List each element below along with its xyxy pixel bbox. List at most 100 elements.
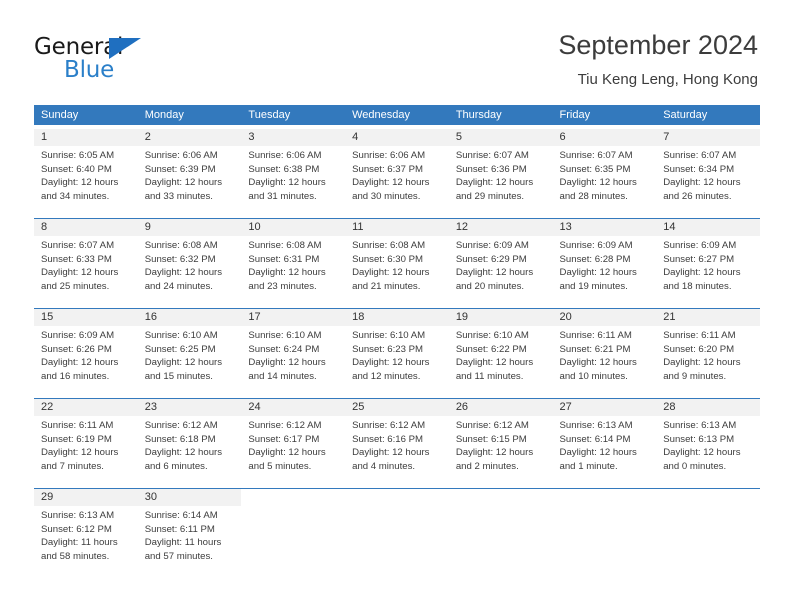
day-cell[interactable]: 6 Sunrise: 6:07 AM Sunset: 6:35 PM Daylight… [552, 129, 657, 218]
sunrise-text: Sunrise: 6:13 AM [663, 420, 737, 431]
day-details: Sunrise: 6:06 AM Sunset: 6:37 PM Daylight:… [345, 146, 449, 203]
generalblue-logo[interactable]: General Blue [34, 34, 234, 84]
day-cell[interactable]: 23 Sunrise: 6:12 AM Sunset: 6:18 PM Dayligh… [137, 399, 242, 488]
daylight-text-line1: Daylight: 12 hours [248, 447, 326, 459]
day-cell-empty [241, 489, 345, 578]
week-row: 29 Sunrise: 6:13 AM Sunset: 6:12 PM Dayligh… [34, 488, 760, 578]
day-cell[interactable]: 7 Sunrise: 6:07 AM Sunset: 6:34 PM Daylight… [656, 129, 760, 218]
day-cell[interactable]: 21 Sunrise: 6:11 AM Sunset: 6:20 PM Dayligh… [656, 309, 760, 398]
daylight-text-line2: and 33 minutes. [144, 190, 213, 202]
day-number: 14 [663, 221, 676, 233]
day-number: 28 [663, 401, 676, 413]
day-cell[interactable]: 18 Sunrise: 6:10 AM Sunset: 6:23 PM Dayligh… [345, 309, 449, 398]
day-cell[interactable]: 22 Sunrise: 6:11 AM Sunset: 6:19 PM Dayligh… [34, 399, 138, 488]
day-details: Sunrise: 6:13 AM Sunset: 6:14 PM Daylight:… [553, 416, 657, 473]
weekday-header-thursday: Thursday [455, 109, 502, 121]
sunset-text: Sunset: 6:26 PM [41, 343, 112, 355]
daylight-text-line1: Daylight: 12 hours [144, 177, 223, 189]
sunset-text: Sunset: 6:11 PM [144, 523, 215, 535]
daylight-text-line1: Daylight: 12 hours [663, 267, 741, 279]
day-cell[interactable]: 5 Sunrise: 6:07 AM Sunset: 6:36 PM Daylight… [448, 129, 553, 218]
day-number-band: 28 [656, 399, 760, 416]
day-cell[interactable]: 15 Sunrise: 6:09 AM Sunset: 6:26 PM Dayligh… [34, 309, 138, 398]
day-details: Sunrise: 6:09 AM Sunset: 6:27 PM Daylight:… [656, 236, 760, 293]
daylight-text-line1: Daylight: 12 hours [352, 177, 430, 189]
day-number: 8 [41, 221, 48, 233]
sunrise-text: Sunrise: 6:10 AM [248, 330, 322, 341]
sunrise-text: Sunrise: 6:12 AM [352, 420, 426, 431]
day-number-band: 20 [552, 309, 657, 326]
day-number-band: 30 [137, 489, 242, 506]
day-number: 22 [41, 401, 54, 413]
daylight-text-line1: Daylight: 12 hours [144, 267, 223, 279]
sunrise-text: Sunrise: 6:10 AM [144, 330, 218, 341]
sunrise-text: Sunrise: 6:14 AM [144, 510, 218, 521]
day-cell[interactable]: 29 Sunrise: 6:13 AM Sunset: 6:12 PM Dayligh… [34, 489, 138, 578]
daylight-text-line2: and 28 minutes. [559, 190, 628, 202]
sunrise-text: Sunrise: 6:10 AM [455, 330, 529, 341]
sunrise-text: Sunrise: 6:11 AM [559, 330, 632, 341]
day-cell[interactable]: 26 Sunrise: 6:12 AM Sunset: 6:15 PM Dayligh… [448, 399, 553, 488]
day-details: Sunrise: 6:12 AM Sunset: 6:17 PM Daylight:… [241, 416, 345, 473]
day-cell[interactable]: 13 Sunrise: 6:09 AM Sunset: 6:28 PM Dayligh… [552, 219, 657, 308]
sunset-text: Sunset: 6:38 PM [248, 163, 320, 175]
day-cell[interactable]: 8 Sunrise: 6:07 AM Sunset: 6:33 PM Daylight… [34, 219, 138, 308]
daylight-text-line2: and 57 minutes. [144, 550, 213, 562]
page-title: September 2024 [558, 30, 758, 60]
daylight-text-line2: and 4 minutes. [352, 460, 416, 472]
daylight-text-line1: Daylight: 12 hours [248, 267, 326, 279]
day-cell[interactable]: 16 Sunrise: 6:10 AM Sunset: 6:25 PM Dayligh… [137, 309, 242, 398]
day-details: Sunrise: 6:06 AM Sunset: 6:39 PM Daylight:… [138, 146, 242, 203]
week-row: 15 Sunrise: 6:09 AM Sunset: 6:26 PM Dayligh… [34, 308, 760, 398]
sunset-text: Sunset: 6:30 PM [352, 253, 424, 265]
daylight-text-line1: Daylight: 12 hours [559, 357, 637, 369]
day-cell[interactable]: 20 Sunrise: 6:11 AM Sunset: 6:21 PM Dayligh… [552, 309, 657, 398]
day-cell[interactable]: 10 Sunrise: 6:08 AM Sunset: 6:31 PM Dayligh… [241, 219, 346, 308]
sunrise-text: Sunrise: 6:09 AM [41, 330, 115, 341]
page-subtitle: Tiu Keng Leng, Hong Kong [577, 71, 758, 88]
day-cell[interactable]: 24 Sunrise: 6:12 AM Sunset: 6:17 PM Dayligh… [241, 399, 346, 488]
day-cell[interactable]: 28 Sunrise: 6:13 AM Sunset: 6:13 PM Dayligh… [656, 399, 760, 488]
daylight-text-line2: and 18 minutes. [663, 280, 732, 292]
day-number-band: 4 [345, 129, 449, 146]
daylight-text-line2: and 30 minutes. [352, 190, 421, 202]
sunrise-text: Sunrise: 6:13 AM [559, 420, 633, 431]
daylight-text-line1: Daylight: 12 hours [559, 177, 637, 189]
day-cell[interactable]: 12 Sunrise: 6:09 AM Sunset: 6:29 PM Dayligh… [448, 219, 553, 308]
day-number: 12 [455, 221, 469, 233]
day-cell[interactable]: 25 Sunrise: 6:12 AM Sunset: 6:16 PM Dayligh… [345, 399, 449, 488]
sunset-text: Sunset: 6:29 PM [455, 253, 527, 265]
day-number-band: 23 [137, 399, 242, 416]
daylight-text-line2: and 1 minute. [559, 460, 618, 472]
day-cell[interactable]: 14 Sunrise: 6:09 AM Sunset: 6:27 PM Dayligh… [656, 219, 760, 308]
daylight-text-line2: and 24 minutes. [144, 280, 213, 292]
day-cell[interactable]: 17 Sunrise: 6:10 AM Sunset: 6:24 PM Dayligh… [241, 309, 346, 398]
daylight-text-line2: and 12 minutes. [352, 370, 421, 382]
sunset-text: Sunset: 6:39 PM [144, 163, 216, 175]
day-cell-empty [449, 489, 553, 578]
day-number: 27 [559, 401, 572, 413]
day-number-band: 26 [448, 399, 553, 416]
day-cell[interactable]: 19 Sunrise: 6:10 AM Sunset: 6:22 PM Dayligh… [448, 309, 553, 398]
day-cell[interactable]: 3 Sunrise: 6:06 AM Sunset: 6:38 PM Daylight… [241, 129, 346, 218]
daylight-text-line2: and 6 minutes. [144, 460, 208, 472]
day-cell[interactable]: 30 Sunrise: 6:14 AM Sunset: 6:11 PM Dayligh… [137, 489, 242, 578]
daylight-text-line1: Daylight: 12 hours [248, 177, 326, 189]
day-cell[interactable]: 2 Sunrise: 6:06 AM Sunset: 6:39 PM Daylight… [137, 129, 242, 218]
daylight-text-line2: and 16 minutes. [41, 370, 110, 382]
sunrise-text: Sunrise: 6:08 AM [248, 240, 322, 251]
day-number: 15 [41, 311, 54, 323]
day-cell[interactable]: 9 Sunrise: 6:08 AM Sunset: 6:32 PM Daylight… [137, 219, 242, 308]
day-cell[interactable]: 4 Sunrise: 6:06 AM Sunset: 6:37 PM Daylight… [345, 129, 449, 218]
day-cell[interactable]: 27 Sunrise: 6:13 AM Sunset: 6:14 PM Dayligh… [552, 399, 657, 488]
day-number-band: 18 [345, 309, 449, 326]
day-cell[interactable]: 1 Sunrise: 6:05 AM Sunset: 6:40 PM Daylight… [34, 129, 138, 218]
daylight-text-line1: Daylight: 12 hours [41, 447, 119, 459]
day-cell[interactable]: 11 Sunrise: 6:08 AM Sunset: 6:30 PM Dayligh… [345, 219, 449, 308]
day-number-band [345, 489, 449, 506]
sunset-text: Sunset: 6:24 PM [248, 343, 320, 355]
day-details: Sunrise: 6:11 AM Sunset: 6:19 PM Daylight:… [34, 416, 138, 473]
sunset-text: Sunset: 6:23 PM [352, 343, 424, 355]
daylight-text-line2: and 0 minutes. [663, 460, 727, 472]
day-number-band [656, 489, 760, 506]
